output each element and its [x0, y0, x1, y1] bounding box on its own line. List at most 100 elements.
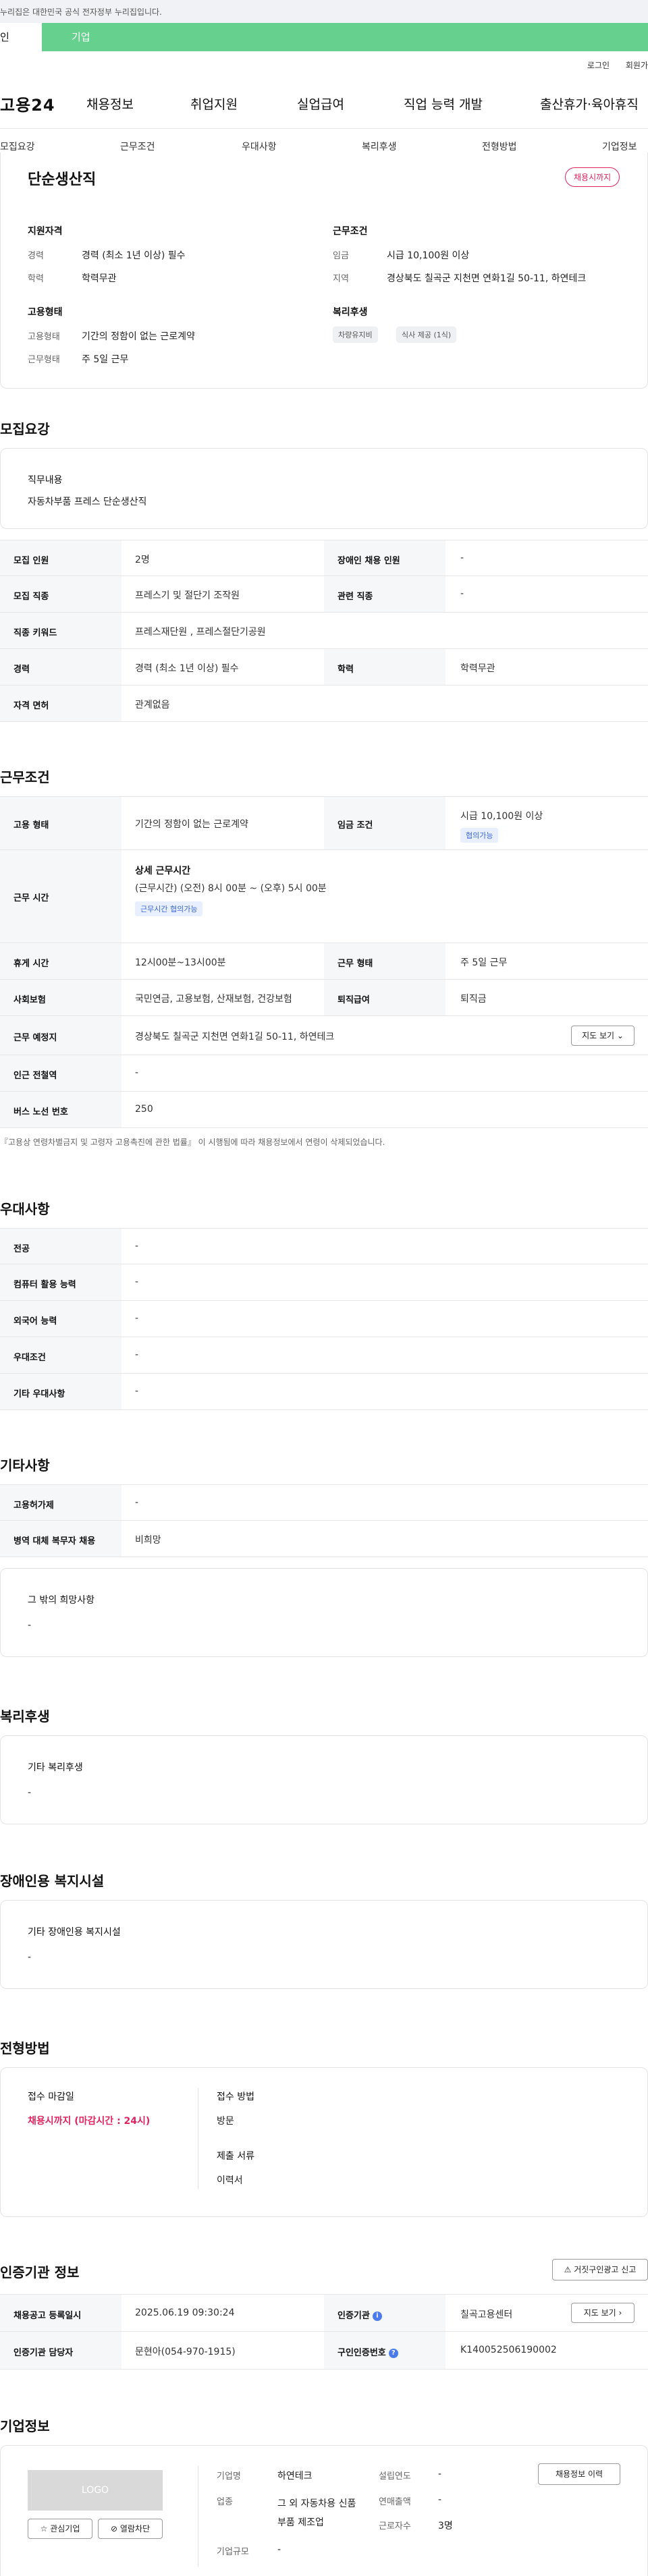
- welfare-card: 기타 복리후생 -: [0, 1735, 648, 1824]
- site-logo[interactable]: 고용24: [0, 92, 55, 115]
- global-nav: 고용24 채용정보 취업지원 실업급여 직업 능력 개발 출산휴가·육아휴직: [0, 92, 648, 119]
- table-header: 임금 조건: [338, 820, 373, 831]
- table-cell: 프레스기 및 절단기 조작원: [135, 590, 240, 601]
- hiring-history-button[interactable]: 채용정보 이력: [538, 2463, 620, 2485]
- gnb-item-jobs[interactable]: 채용정보: [86, 94, 134, 113]
- welfare-chip: 차량유지비: [333, 327, 378, 343]
- table-cell: 경력 (최소 1년 이상) 필수: [135, 663, 239, 674]
- tab-corporate[interactable]: 기업: [42, 23, 648, 51]
- edu-label: 학력: [28, 274, 44, 284]
- top-links: 로그인 회원가: [574, 59, 648, 71]
- emp-heading: 고용형태: [28, 307, 63, 318]
- false-ad-report-button[interactable]: ⚠ 거짓구인광고 신고: [552, 2259, 648, 2280]
- table-cell: 2025.06.19 09:30:24: [135, 2307, 235, 2318]
- negotiable-chip: 협의가능: [460, 828, 499, 843]
- table-row: 채용공고 등록일시 2025.06.19 09:30:24 인증기관 i 칠곡고용…: [0, 2294, 648, 2332]
- table-cell: 시급 10,100원 이상: [460, 811, 543, 822]
- table-cell: (근무시간) (오전) 8시 00분 ~ (오후) 5시 00분: [135, 883, 327, 894]
- table-cell: -: [135, 1313, 139, 1324]
- gnb-item-employment-support[interactable]: 취업지원: [190, 94, 238, 113]
- table-cell: -: [135, 1497, 139, 1508]
- info-icon[interactable]: i: [372, 2311, 382, 2321]
- welfare-label: 기타 복리후생: [28, 1762, 83, 1773]
- table-header: 직종 키워드: [14, 628, 57, 638]
- section-title-recruit: 모집요강: [0, 421, 50, 437]
- table-cell: 경상북도 칠곡군 지천면 연화1길 50-11, 하연테크: [135, 1032, 335, 1042]
- table-header: 근무 형태: [338, 959, 373, 969]
- section-title-agency: 인증기관 정보: [0, 2264, 80, 2280]
- company-card: LOGO ☆ 관심기업 ⊘ 열람차단 기업명 하연테크 업종 그 외 자동차용 …: [0, 2445, 648, 2576]
- anchor-conditions[interactable]: 근무조건: [120, 140, 155, 153]
- welfare-value: -: [28, 1787, 32, 1798]
- status-badge: 채용시까지: [565, 167, 620, 187]
- table-header: 고용 형태: [14, 820, 49, 831]
- anchor-company[interactable]: 기업정보: [602, 140, 637, 153]
- table-cell: 비희망: [135, 1535, 161, 1546]
- company-name-label: 기업명: [217, 2471, 241, 2482]
- qual-heading: 지원자격: [28, 226, 63, 237]
- wage-label: 임금: [333, 251, 349, 261]
- table-row: 병역 대체 복무자 채용 비희망: [0, 1521, 648, 1557]
- table-cell: 관계없음: [135, 700, 170, 710]
- anchor-selection[interactable]: 전형방법: [482, 140, 517, 153]
- table-header: 외국어 능력: [14, 1316, 57, 1326]
- table-row: 자격 면허 관계없음: [0, 685, 648, 722]
- agency-header-label: 인증기관: [338, 2311, 370, 2321]
- company-name-value: 하연테크: [277, 2471, 313, 2482]
- gnb-item-parental-leave[interactable]: 출산휴가·육아휴직: [540, 94, 639, 113]
- career-label: 경력: [28, 251, 44, 261]
- gnb-item-vocational-training[interactable]: 직업 능력 개발: [404, 94, 483, 113]
- table-header: 사회보험: [14, 995, 46, 1005]
- table-cell: 학력무관: [460, 663, 495, 674]
- other-wishes-card: 그 밖의 희망사항 -: [0, 1568, 648, 1657]
- help-icon[interactable]: ?: [388, 2348, 398, 2358]
- interest-company-button[interactable]: ☆ 관심기업: [28, 2519, 92, 2539]
- career-value: 경력 (최소 1년 이상) 필수: [82, 250, 186, 261]
- table-row: 우대조건 -: [0, 1337, 648, 1374]
- disability-value: -: [28, 1952, 32, 1963]
- company-logo: LOGO: [28, 2470, 163, 2511]
- deadline-value: 채용시까지 (마감시간 : 24시): [28, 2116, 151, 2127]
- industry-value: 그 외 자동차용 신품 부품 제조업: [277, 2498, 356, 2528]
- duty-label: 직무내용: [28, 475, 63, 486]
- tab-individual[interactable]: 인: [0, 23, 42, 51]
- method-label: 접수 방법: [217, 2092, 254, 2102]
- table-row: 인증기관 담당자 문현아(054-970-1915) 구인인증번호? K1400…: [0, 2332, 648, 2370]
- table-header: 학력: [338, 665, 354, 675]
- signup-link[interactable]: 회원가: [626, 61, 648, 70]
- table-header: 경력: [14, 665, 30, 675]
- employees-label: 근로자수: [379, 2521, 411, 2531]
- agency-map-button[interactable]: 지도 보기 ›: [571, 2303, 634, 2323]
- other-wishes-label: 그 밖의 희망사항: [28, 1595, 95, 1606]
- table-header: 구인인증번호?: [338, 2345, 398, 2358]
- map-view-label: 지도 보기: [582, 1031, 615, 1040]
- table-cell: 2명: [135, 555, 150, 565]
- login-link[interactable]: 로그인: [587, 61, 610, 70]
- table-header: 인근 전철역: [14, 1071, 57, 1081]
- company-size-value: -: [277, 2544, 281, 2555]
- anchor-recruit[interactable]: 모집요강: [0, 140, 35, 153]
- company-size-label: 기업규모: [217, 2547, 249, 2557]
- gnb-item-unemployment-benefit[interactable]: 실업급여: [297, 94, 344, 113]
- region-value: 경상북도 칠곡군 지천면 연화1길 50-11, 하연테크: [387, 273, 587, 284]
- table-header: 근무 시간: [14, 893, 49, 903]
- map-view-button[interactable]: 지도 보기 ⌄: [571, 1026, 634, 1046]
- table-cell: K140052506190002: [460, 2345, 557, 2355]
- false-ad-report-label: 거짓구인광고 신고: [574, 2265, 637, 2274]
- work-days-value: 주 5일 근무: [82, 354, 129, 365]
- block-view-button[interactable]: ⊘ 열람차단: [98, 2519, 163, 2539]
- cert-header-label: 구인인증번호: [338, 2348, 386, 2358]
- summary-card: 단순생산직 채용시까지 지원자격 경력 경력 (최소 1년 이상) 필수 학력 …: [0, 152, 648, 389]
- section-title-preference: 우대사항: [0, 1201, 50, 1217]
- section-title-welfare: 복리후생: [0, 1708, 50, 1725]
- table-header: 채용공고 등록일시: [14, 2311, 82, 2321]
- table-header: 근무 예정지: [14, 1033, 57, 1043]
- table-row: 휴게 시간 12시00분~13시00분 근무 형태 주 5일 근무: [0, 943, 648, 980]
- method-value: 방문: [217, 2116, 234, 2127]
- table-header: 우대조건: [14, 1353, 46, 1363]
- founded-value: -: [438, 2469, 442, 2480]
- anchor-preference[interactable]: 우대사항: [242, 140, 277, 153]
- star-icon: ☆: [40, 2524, 48, 2533]
- anchor-welfare[interactable]: 복리후생: [362, 140, 397, 153]
- table-cell: -: [135, 1241, 139, 1252]
